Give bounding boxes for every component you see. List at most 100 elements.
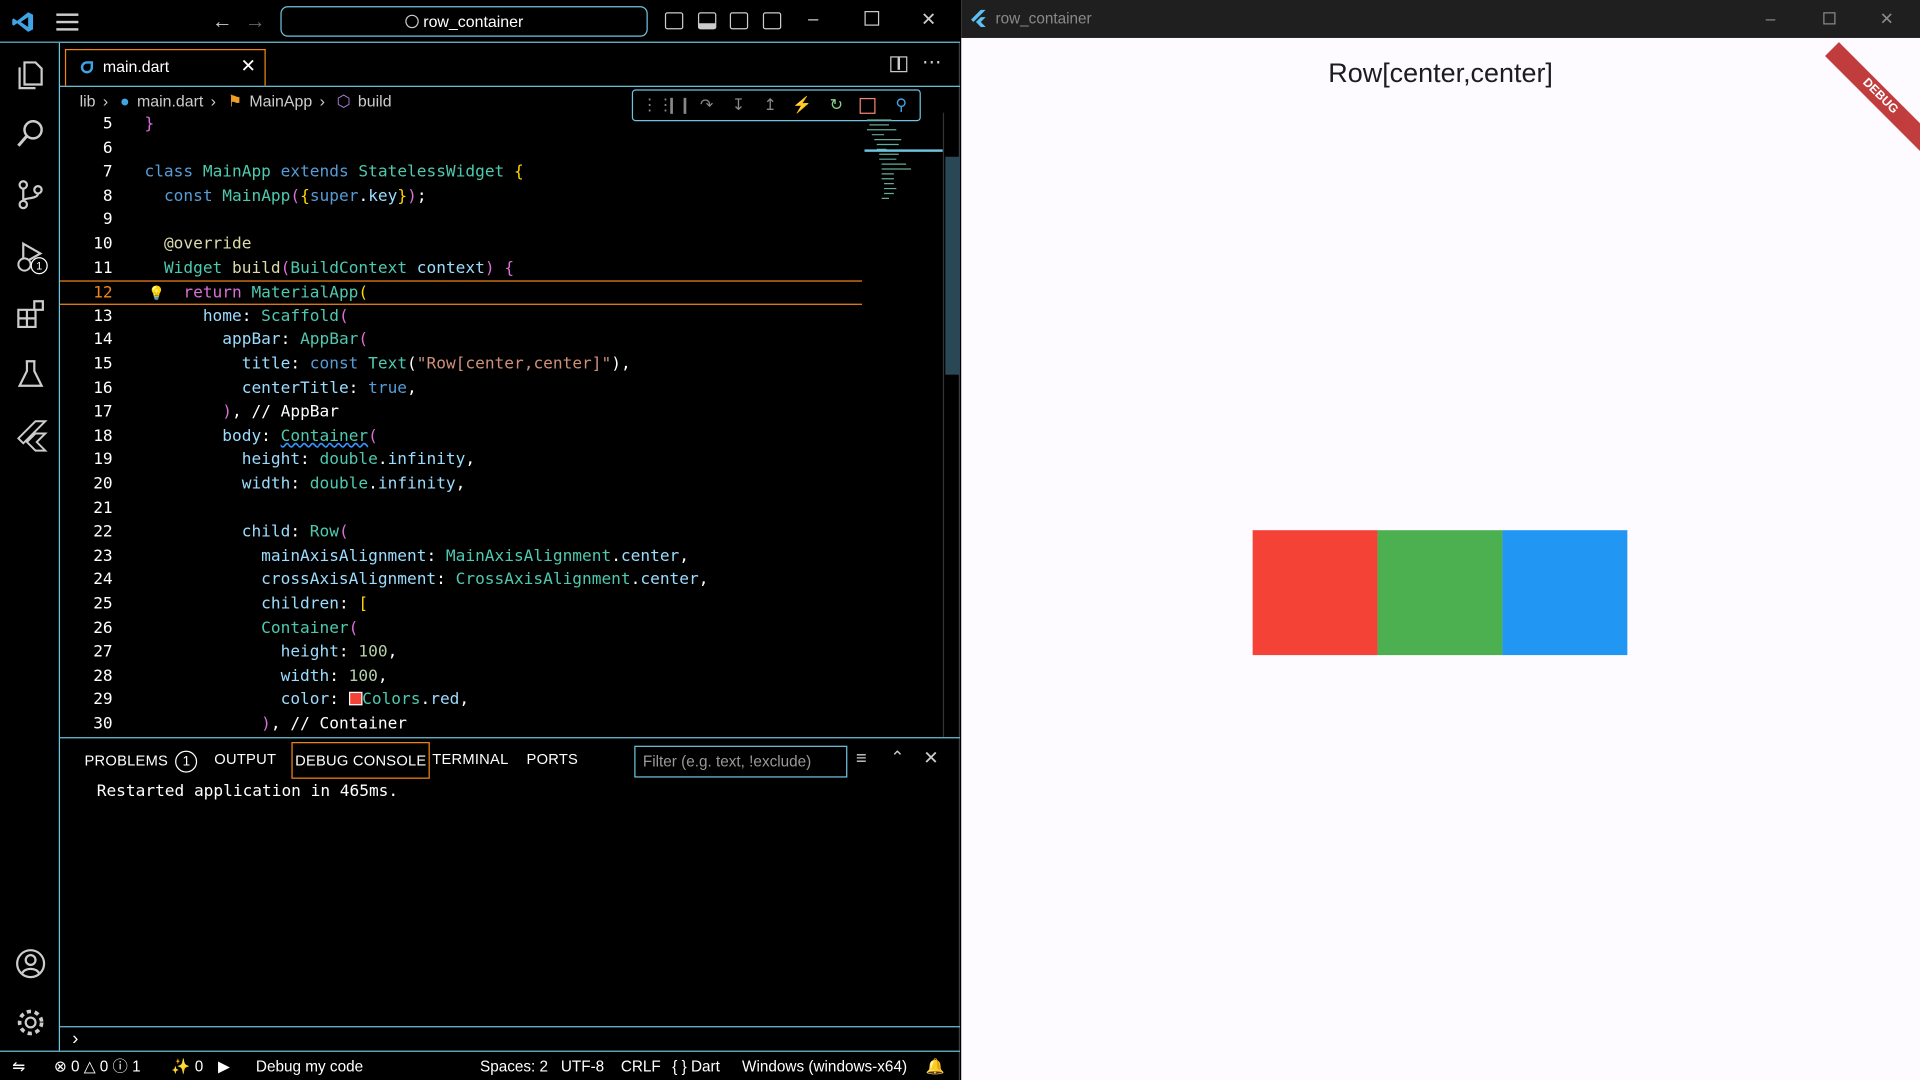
testing-flask-icon[interactable] <box>13 356 47 390</box>
clear-console-icon[interactable]: ≡ <box>856 748 867 769</box>
code-line[interactable]: 18 body: Container( <box>60 425 862 449</box>
code-line[interactable]: 7 class MainApp extends StatelessWidget { <box>60 161 862 185</box>
encoding-status[interactable]: UTF-8 <box>561 1052 604 1080</box>
maximize-icon[interactable] <box>864 11 880 26</box>
customize-layout-icon[interactable] <box>762 12 782 30</box>
tab-terminal[interactable]: TERMINAL <box>432 751 508 768</box>
notifications-bell-icon[interactable]: 🔔 <box>926 1052 945 1080</box>
source-control-icon[interactable] <box>13 178 47 212</box>
vscode-window: ← → row_container – ✕ 1 main.dart ✕ ⋯ lib… <box>0 0 961 1080</box>
command-center-search[interactable]: row_container <box>280 6 648 37</box>
close-tab-icon[interactable]: ✕ <box>241 50 256 84</box>
console-input-prompt[interactable]: › <box>60 1026 961 1050</box>
code-line[interactable]: 23 mainAxisAlignment: MainAxisAlignment.… <box>60 545 862 569</box>
tab-ports[interactable]: PORTS <box>527 751 579 768</box>
code-line[interactable]: 8 const MainApp({super.key}); <box>60 185 862 209</box>
class-icon: ⚑ <box>227 91 243 111</box>
code-line[interactable]: 25 children: [ <box>60 593 862 617</box>
line-text: Widget build(BuildContext context) { <box>163 259 515 278</box>
breadcrumb-main-dart[interactable]: main.dart <box>137 92 203 110</box>
code-line[interactable]: 15 title: const Text("Row[center,center]… <box>60 353 862 377</box>
toggle-secondary-sidebar-icon[interactable] <box>729 12 749 30</box>
indentation-status[interactable]: Spaces: 2 <box>480 1052 548 1080</box>
code-line[interactable]: 13 home: Scaffold( <box>60 305 862 329</box>
menu-icon[interactable] <box>56 13 79 31</box>
split-editor-icon[interactable] <box>890 56 908 73</box>
code-line[interactable]: 9 <box>60 209 862 233</box>
code-line[interactable]: 24 crossAxisAlignment: CrossAxisAlignmen… <box>60 569 862 593</box>
code-line[interactable]: 19 height: double.infinity, <box>60 449 862 473</box>
code-line[interactable]: 17 ), // AppBar <box>60 401 862 425</box>
settings-gear-icon[interactable] <box>13 1005 47 1039</box>
line-number: 15 <box>93 355 113 374</box>
code-line[interactable]: 16 centerTitle: true, <box>60 377 862 401</box>
code-line[interactable]: 30 ), // Container <box>60 713 862 737</box>
maximize-icon[interactable] <box>1823 12 1836 25</box>
code-line[interactable]: 27 height: 100, <box>60 641 862 665</box>
app-body: DEBUG Row[center,center] <box>961 38 1920 1080</box>
debug-config-label[interactable]: Debug my code <box>256 1052 363 1080</box>
editor-scrollbar[interactable] <box>942 112 961 738</box>
forward-arrow-icon[interactable]: → <box>245 10 266 34</box>
more-actions-icon[interactable]: ⋯ <box>922 50 942 74</box>
debug-badge: 1 <box>30 257 48 275</box>
error-warning-status[interactable]: ⊗ 0 △ 0 ⓘ 1 <box>54 1052 141 1080</box>
code-line[interactable]: 14 appBar: AppBar( <box>60 329 862 353</box>
tab-debug-console[interactable]: DEBUG CONSOLE <box>291 742 431 779</box>
code-line[interactable]: 6 <box>60 137 862 161</box>
lightbulb-icon[interactable]: 💡 <box>148 282 165 306</box>
minimize-icon[interactable]: – <box>808 9 818 30</box>
line-text: body: Container( <box>222 427 378 446</box>
extensions-icon[interactable] <box>13 298 47 332</box>
code-line[interactable]: 10 @override <box>60 233 862 257</box>
red-box <box>1252 530 1378 656</box>
code-line[interactable]: 28 width: 100, <box>60 665 862 689</box>
code-line[interactable]: 21 <box>60 497 862 521</box>
breadcrumb-build[interactable]: build <box>358 92 392 110</box>
line-text: ), // Container <box>261 715 408 734</box>
minimap[interactable] <box>864 113 943 235</box>
line-text: const MainApp({super.key}); <box>163 187 427 206</box>
code-line[interactable]: 11 Widget build(BuildContext context) { <box>60 257 862 281</box>
close-panel-icon[interactable]: ✕ <box>923 747 938 769</box>
breadcrumb-lib[interactable]: lib <box>80 92 96 110</box>
line-text: children: [ <box>261 595 369 614</box>
breadcrumb-mainapp[interactable]: MainApp <box>249 92 312 110</box>
device-status[interactable]: Windows (windows-x64) <box>742 1052 907 1080</box>
explorer-icon[interactable] <box>13 58 47 92</box>
tab-problems[interactable]: PROBLEMS 1 <box>84 750 198 773</box>
toggle-sidebar-icon[interactable] <box>664 12 684 30</box>
minimize-icon[interactable]: – <box>1766 0 1776 38</box>
ports-status[interactable]: ✨ 0 <box>171 1052 203 1080</box>
accounts-icon[interactable] <box>13 947 47 981</box>
close-icon[interactable]: ✕ <box>921 9 936 31</box>
code-line[interactable]: 29 color: Colors.red, <box>60 689 862 713</box>
command-center-label: row_container <box>423 12 524 31</box>
toggle-panel-icon[interactable] <box>697 12 717 30</box>
stop-icon[interactable] <box>859 97 876 114</box>
search-icon[interactable] <box>13 116 47 150</box>
line-number: 29 <box>93 691 113 710</box>
tab-output[interactable]: OUTPUT <box>214 751 276 768</box>
vscode-logo-icon <box>12 12 34 32</box>
code-line[interactable]: 5} <box>60 113 862 137</box>
console-filter-input[interactable]: Filter (e.g. text, !exclude) <box>634 745 848 778</box>
ports-count: 0 <box>194 1057 204 1076</box>
back-arrow-icon[interactable]: ← <box>212 10 233 34</box>
line-number: 13 <box>93 307 113 326</box>
eol-status[interactable]: CRLF <box>621 1052 661 1080</box>
activity-bar: 1 <box>0 42 61 1051</box>
code-editor[interactable]: 5} 6 7 class MainApp extends StatelessWidge… <box>60 113 863 737</box>
flutter-logo-icon <box>971 9 986 27</box>
language-status[interactable]: { } Dart <box>672 1052 720 1080</box>
remote-icon[interactable]: ⇋ <box>12 1052 25 1080</box>
code-line[interactable]: 20 width: double.infinity, <box>60 473 862 497</box>
close-icon[interactable]: ✕ <box>1880 0 1894 38</box>
flutter-icon[interactable] <box>13 418 48 452</box>
maximize-panel-icon[interactable]: ⌃ <box>890 747 904 768</box>
line-number: 7 <box>102 163 113 182</box>
tab-main-dart[interactable]: main.dart ✕ <box>64 48 266 86</box>
code-line[interactable]: 26 Container( <box>60 617 862 641</box>
code-line[interactable]: 22 child: Row( <box>60 521 862 545</box>
code-line[interactable]: 12 return MaterialApp(💡 <box>60 280 863 306</box>
